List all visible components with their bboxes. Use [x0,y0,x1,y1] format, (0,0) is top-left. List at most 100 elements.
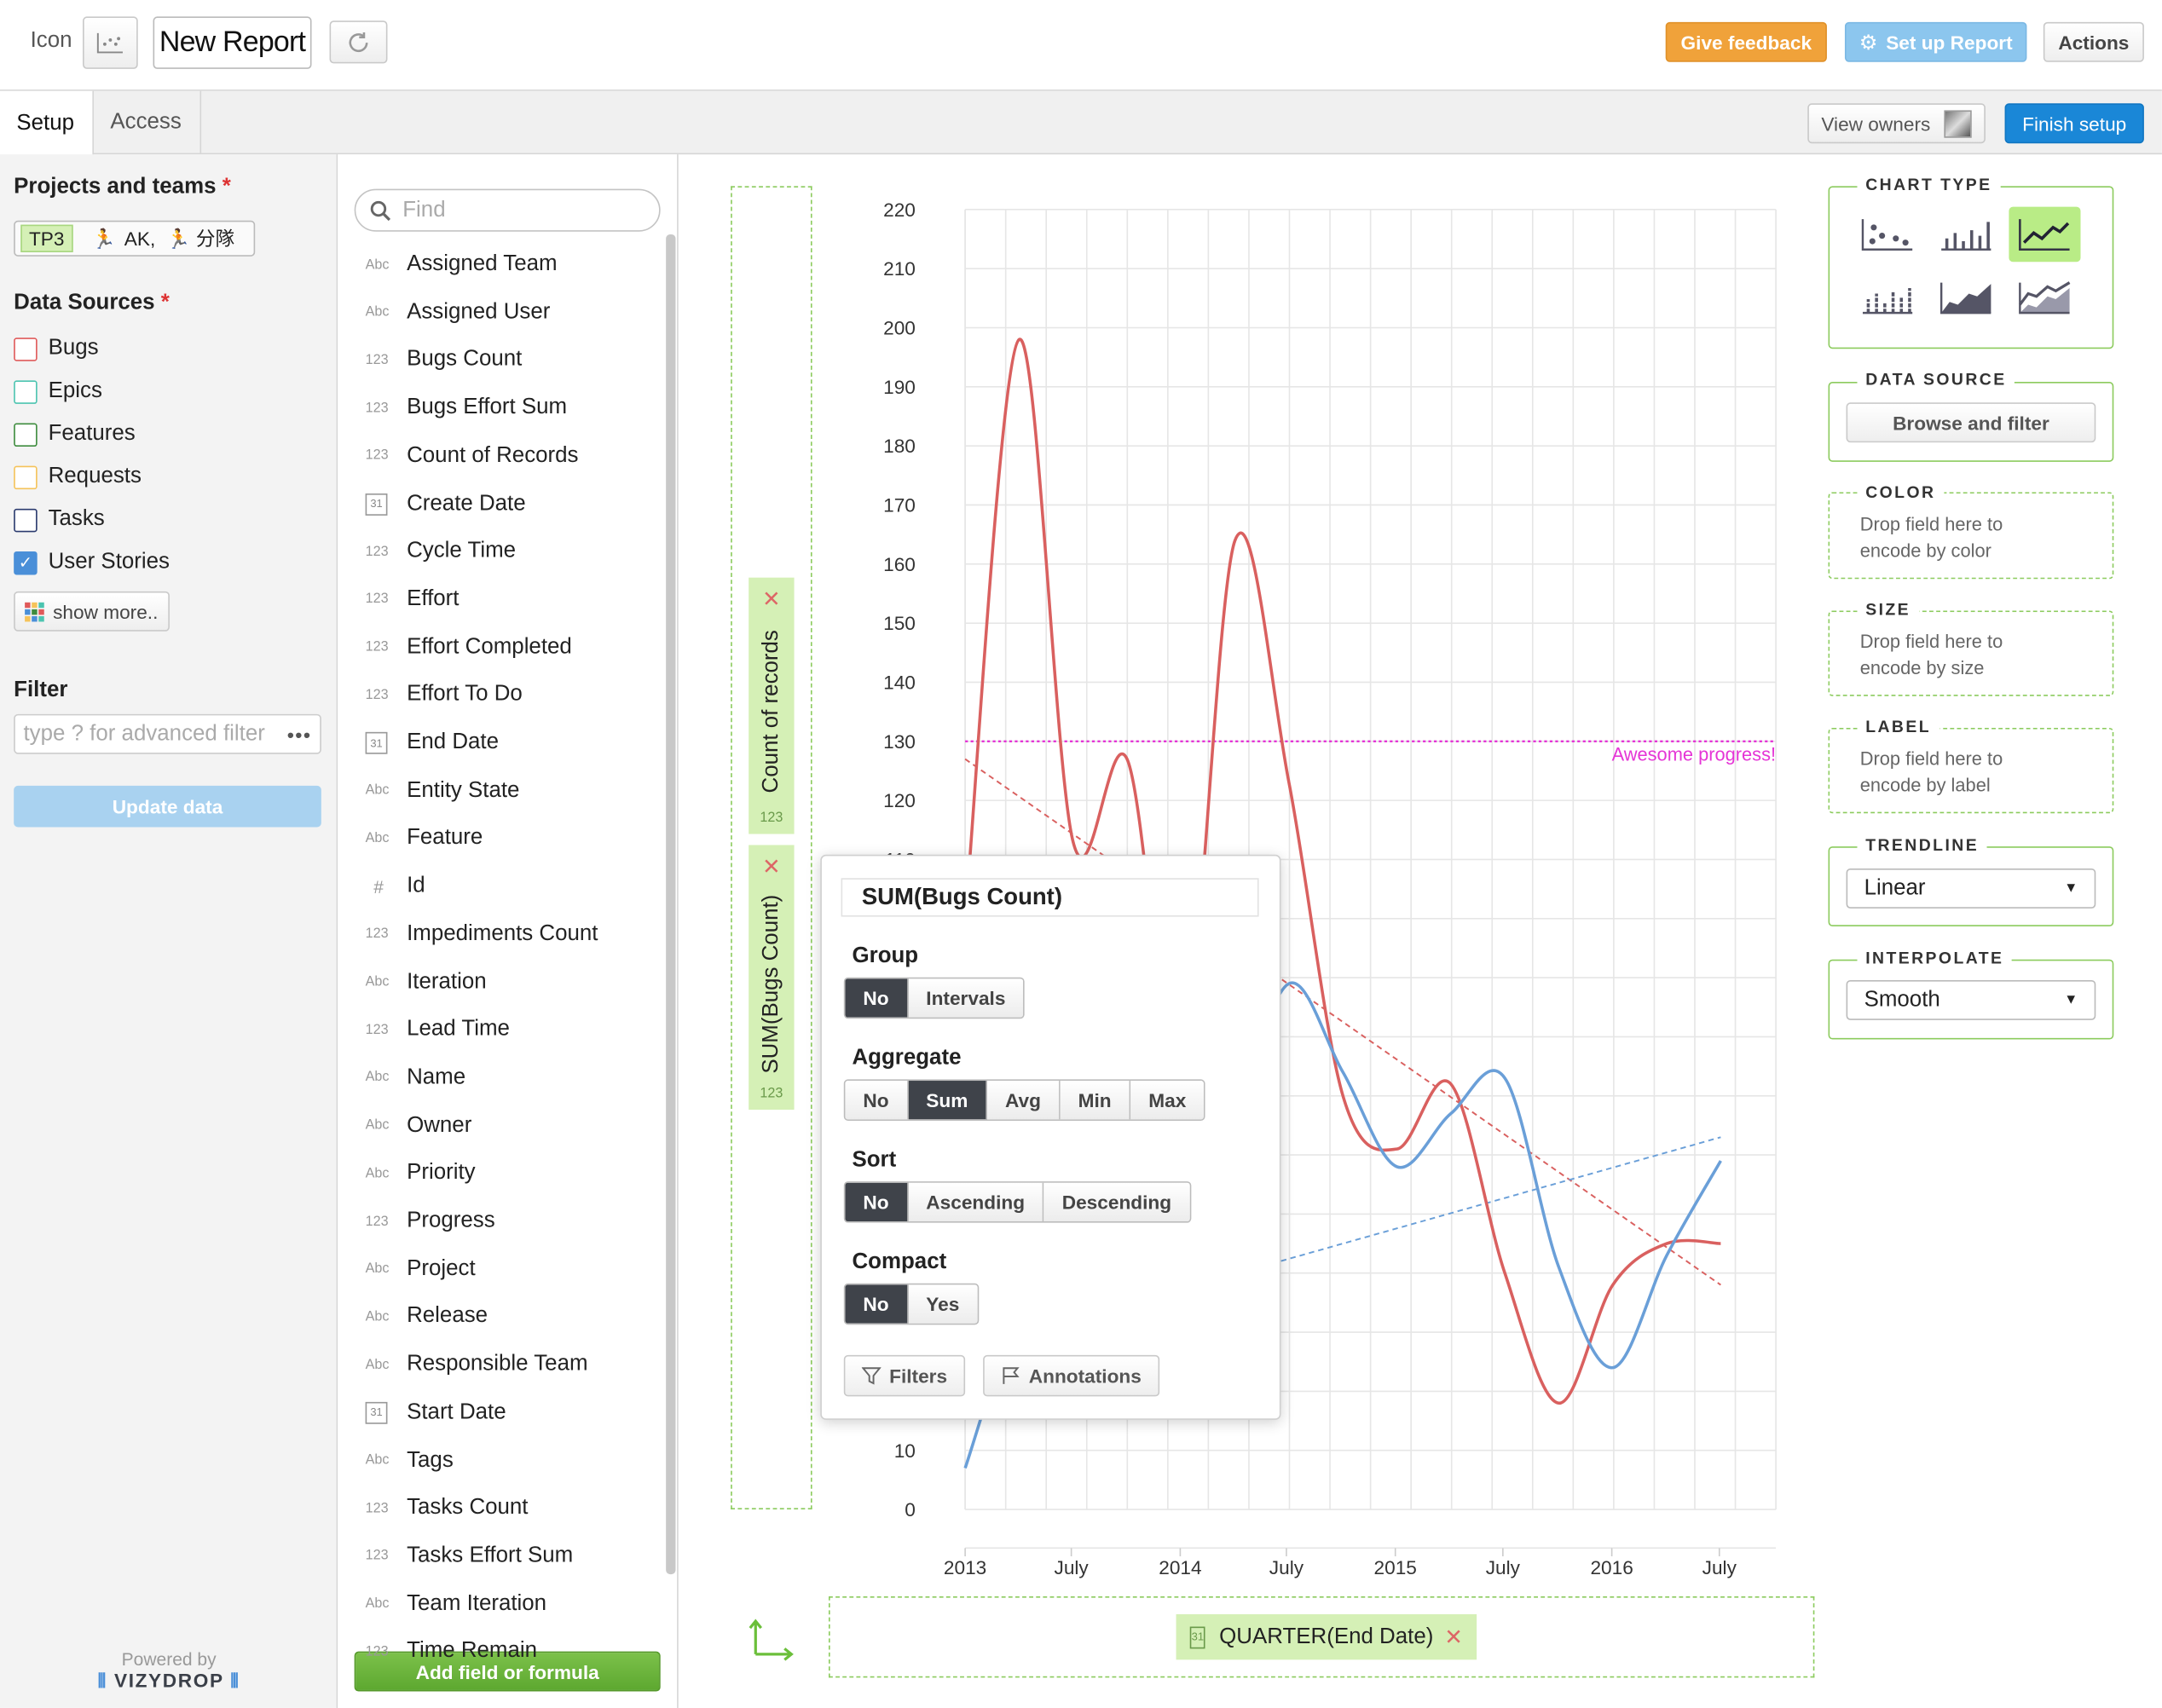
popup-title[interactable]: SUM(Bugs Count) [841,878,1259,917]
field-label: End Date [407,730,500,754]
field-item[interactable]: 123 Tasks Count [366,1487,529,1529]
sort-option-no[interactable]: No [845,1182,909,1222]
aggregate-option-no[interactable]: No [845,1081,909,1120]
avatar [1944,109,1972,137]
color-hint: Drop field here to encode by color [1859,514,2003,562]
remove-icon[interactable]: ✕ [762,586,781,613]
tab-setup[interactable]: Setup [0,90,94,156]
project-tag-tp3[interactable]: TP3 [20,224,73,252]
setup-report-button[interactable]: ⚙ Set up Report [1844,21,2027,62]
field-item[interactable]: Abc Project [366,1249,476,1290]
field-item[interactable]: 123 Effort [366,579,460,620]
field-item[interactable]: 123 Lead Time [366,1009,510,1051]
field-item[interactable]: Abc Tags [366,1440,454,1481]
field-item[interactable]: 123 Tasks Effort Sum [366,1536,574,1578]
field-item[interactable]: 31 End Date [365,723,500,765]
field-item[interactable]: Abc Feature [366,818,483,860]
checkbox[interactable] [14,337,38,361]
field-item[interactable]: # Id [366,866,425,908]
field-item[interactable]: Abc Name [366,1057,466,1099]
field-item[interactable]: 123 Impediments Count [366,914,598,955]
chart-type-bar[interactable] [1930,207,2002,263]
aggregate-option-max[interactable]: Max [1130,1081,1205,1120]
remove-icon[interactable]: ✕ [1444,1623,1463,1650]
datasource-epics[interactable]: Epics [14,379,102,404]
y-field-pill-bugs[interactable]: ✕ SUM(Bugs Count) 123 [749,845,795,1111]
finish-setup-button[interactable]: Finish setup [2004,103,2144,144]
aggregate-option-min[interactable]: Min [1060,1081,1131,1120]
chart-type-stacked-bar[interactable] [1852,270,1923,326]
report-icon-picker[interactable] [83,16,138,69]
remove-icon[interactable]: ✕ [762,853,781,880]
update-data-button[interactable]: Update data [14,785,321,828]
swap-axes-icon[interactable] [749,1616,795,1667]
datasource-bugs[interactable]: Bugs [14,337,99,361]
projects-selector[interactable]: TP3 🏃 AK, 🏃 分隊 [14,220,256,257]
field-item[interactable]: Abc Iteration [366,961,487,1003]
report-title-field[interactable]: New Report [153,16,312,69]
field-item[interactable]: Abc Assigned User [366,291,551,333]
chart-type-area[interactable] [1930,270,2002,326]
refresh-button[interactable] [329,20,388,64]
field-item[interactable]: 123 Effort To Do [366,674,523,716]
filters-button[interactable]: Filters [843,1354,966,1397]
chart-type-scatter[interactable] [1852,207,1923,263]
group-option-no[interactable]: No [845,978,909,1018]
field-item[interactable]: 123 Time Remain [366,1631,537,1673]
field-item[interactable]: Abc Release [366,1296,488,1338]
field-item[interactable]: 123 Cycle Time [366,531,516,573]
checkbox[interactable] [14,508,38,532]
fields-scrollbar[interactable] [666,234,676,1575]
checkbox[interactable] [14,465,38,489]
field-item[interactable]: 31 Start Date [365,1392,506,1434]
browse-filter-button[interactable]: Browse and filter [1846,402,2096,443]
fields-panel: Find Add field or formula Abc Assigned Te… [338,154,679,1708]
field-type-icon: 123 [365,1022,389,1038]
checkbox[interactable] [14,422,38,447]
datasource-features[interactable]: Features [14,422,136,447]
field-item[interactable]: Abc Priority [366,1153,476,1195]
more-options-icon[interactable]: ••• [287,723,312,745]
checkbox[interactable] [14,379,38,404]
trendline-select[interactable]: Linear ▼ [1846,868,2096,909]
x-field-pill[interactable]: 31 QUARTER(End Date) ✕ [1176,1613,1477,1660]
show-more-button[interactable]: show more.. [14,591,170,632]
actions-button[interactable]: Actions [2043,21,2144,62]
field-item[interactable]: Abc Assigned Team [366,244,558,286]
compact-option-yes[interactable]: Yes [908,1284,978,1324]
filter-input[interactable]: type ? for advanced filter ••• [14,713,321,754]
datasource-user-stories[interactable]: ✓ User Stories [14,550,170,574]
sort-option-descending[interactable]: Descending [1043,1182,1190,1222]
checkbox[interactable]: ✓ [14,551,38,574]
datasource-tasks[interactable]: Tasks [14,507,105,532]
field-item[interactable]: 123 Effort Completed [366,626,572,668]
aggregate-option-avg[interactable]: Avg [987,1081,1061,1120]
field-item[interactable]: 123 Bugs Count [366,340,523,382]
field-item[interactable]: Abc Entity State [366,770,520,812]
give-feedback-button[interactable]: Give feedback [1665,21,1827,62]
y-field-pill-count[interactable]: ✕ Count of records 123 [749,577,795,834]
interpolate-select[interactable]: Smooth ▼ [1846,979,2096,1020]
field-item[interactable]: 31 Create Date [365,483,526,525]
tab-access[interactable]: Access [94,90,202,155]
compact-option-no[interactable]: No [845,1284,909,1324]
field-item[interactable]: 123 Progress [366,1201,495,1243]
datasource-requests[interactable]: Requests [14,465,142,489]
chart-type-line[interactable] [2009,206,2081,263]
aggregate-option-sum[interactable]: Sum [908,1081,988,1120]
field-item[interactable]: Abc Team Iteration [366,1584,546,1625]
field-label: Cycle Time [407,539,517,563]
field-item[interactable]: Abc Responsible Team [366,1344,588,1386]
team-tag-squad[interactable]: 分隊 [196,225,234,252]
find-input[interactable]: Find [354,188,661,232]
chart-type-stacked-area[interactable] [2009,270,2080,326]
view-owners-button[interactable]: View owners [1807,103,1986,144]
field-item[interactable]: 123 Count of Records [366,436,579,477]
team-tag-ak[interactable]: AK, [124,228,156,250]
group-option-intervals[interactable]: Intervals [908,978,1024,1018]
aggregate-label: Aggregate [852,1046,962,1070]
sort-option-ascending[interactable]: Ascending [908,1182,1044,1222]
annotations-button[interactable]: Annotations [983,1354,1160,1397]
field-item[interactable]: Abc Owner [366,1105,472,1146]
field-item[interactable]: 123 Bugs Effort Sum [366,388,567,430]
